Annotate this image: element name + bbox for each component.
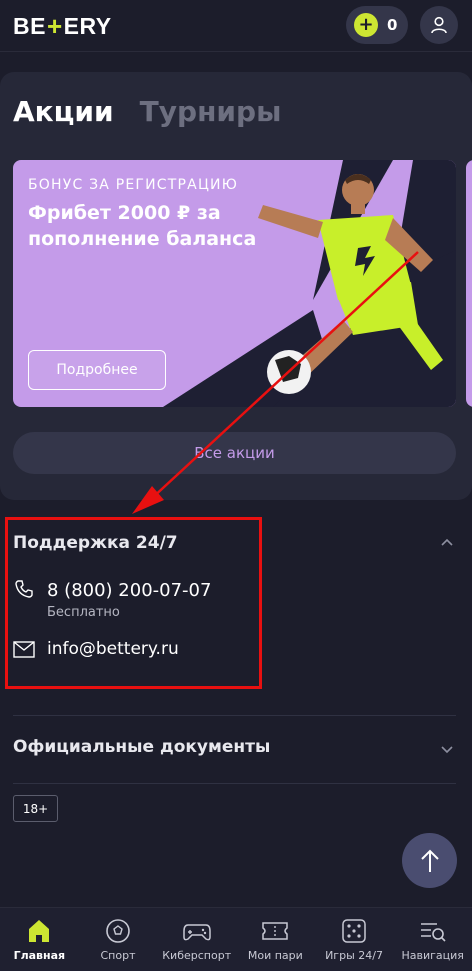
bottom-navigation: Главная Спорт Киберспорт Мои пари Игры 2… (0, 907, 472, 971)
chevron-down-icon[interactable] (439, 742, 455, 758)
nav-item-sport[interactable]: Спорт (79, 908, 158, 971)
divider (13, 783, 456, 784)
dice-icon (342, 919, 366, 943)
all-promotions-button[interactable]: Все акции (13, 432, 456, 474)
nav-label: Мои пари (247, 949, 303, 962)
next-promo-banner-peek[interactable] (466, 160, 472, 407)
logo-text-right: ERY (63, 12, 112, 39)
nav-item-navigation[interactable]: Навигация (393, 908, 472, 971)
banner-headline: Фрибет 2000 ₽ за пополнение баланса (28, 202, 257, 250)
banner-more-button[interactable]: Подробнее (28, 350, 166, 390)
user-icon (431, 16, 447, 34)
arrow-up-icon (420, 849, 439, 872)
balance-amount: 0 (387, 16, 398, 34)
nav-label: Навигация (401, 949, 464, 962)
tab-tournaments[interactable]: Турниры (140, 95, 282, 128)
profile-button[interactable] (420, 6, 458, 44)
gamepad-icon (182, 924, 211, 941)
nav-label: Спорт (100, 949, 136, 962)
tab-promotions[interactable]: Акции (13, 95, 114, 128)
age-restriction-badge: 18+ (13, 795, 58, 822)
logo-plus: + (46, 10, 63, 41)
bettery-logo[interactable]: BE + ERY (13, 10, 112, 41)
chevron-up-icon[interactable] (439, 535, 455, 551)
nav-item-esports[interactable]: Киберспорт (157, 908, 236, 971)
promo-banner[interactable]: БОНУС ЗА РЕГИСТРАЦИЮ Фрибет 2000 ₽ за по… (13, 160, 456, 407)
menu-search-icon (420, 923, 446, 942)
balance-button[interactable]: + 0 (346, 6, 408, 44)
scroll-to-top-button[interactable] (402, 833, 457, 888)
soccer-ball-icon (106, 919, 130, 943)
divider (13, 715, 456, 716)
nav-item-home[interactable]: Главная (0, 908, 79, 971)
nav-item-games[interactable]: Игры 24/7 (315, 908, 394, 971)
promo-tabs: Акции Турниры (13, 95, 281, 128)
top-bar: BE + ERY + 0 (0, 0, 472, 52)
ticket-icon (262, 922, 289, 940)
documents-section-title[interactable]: Официальные документы (13, 737, 270, 757)
banner-kicker: БОНУС ЗА РЕГИСТРАЦИЮ (28, 177, 239, 193)
home-icon (29, 920, 50, 942)
nav-label: Киберспорт (162, 949, 232, 962)
logo-text-left: BE (13, 12, 46, 39)
nav-label: Игры 24/7 (325, 949, 383, 962)
annotation-highlight-box (5, 517, 262, 689)
deposit-plus-icon: + (354, 13, 378, 37)
nav-label: Главная (13, 949, 66, 962)
nav-item-my-bets[interactable]: Мои пари (236, 908, 315, 971)
